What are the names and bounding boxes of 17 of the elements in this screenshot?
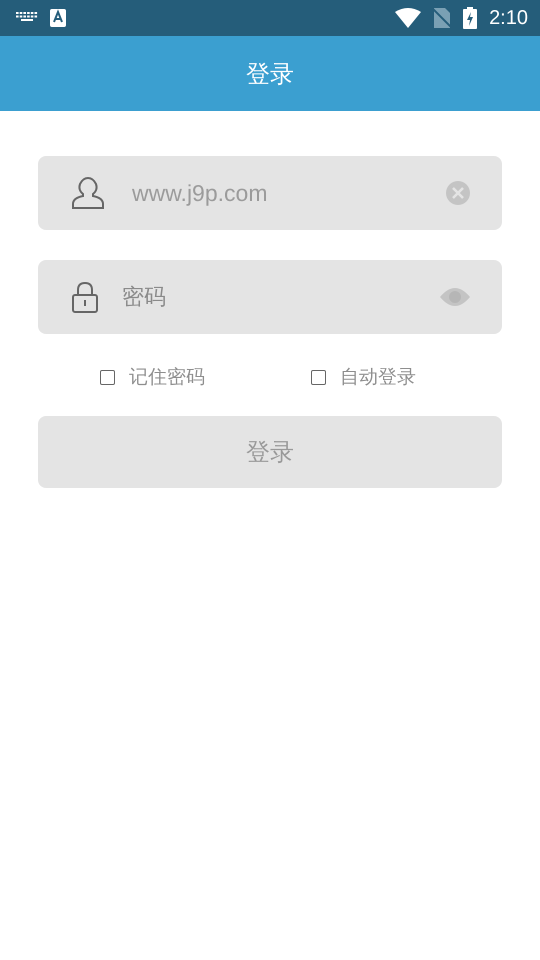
option-checkbox[interactable]: 记住密码 — [100, 364, 205, 390]
checkbox-label: 记住密码 — [129, 365, 205, 390]
option-checkbox[interactable]: 自动登录 — [311, 364, 416, 390]
wifi-icon — [395, 8, 422, 28]
battery-charging-icon — [463, 7, 478, 29]
checkbox-label: 自动登录 — [340, 365, 416, 390]
checkbox[interactable] — [311, 370, 326, 384]
checkbox[interactable] — [100, 370, 115, 384]
app-title: 登录 — [246, 58, 294, 90]
status-time: 2:10 — [489, 6, 528, 30]
username-field[interactable]: www.j9p.com — [132, 180, 446, 206]
password-field[interactable]: 密码 — [122, 284, 440, 310]
lock-icon — [72, 281, 98, 313]
no-sim-icon — [433, 8, 452, 28]
keyboard-icon — [16, 12, 38, 24]
text-a-icon — [50, 9, 66, 27]
user-icon — [72, 177, 104, 209]
